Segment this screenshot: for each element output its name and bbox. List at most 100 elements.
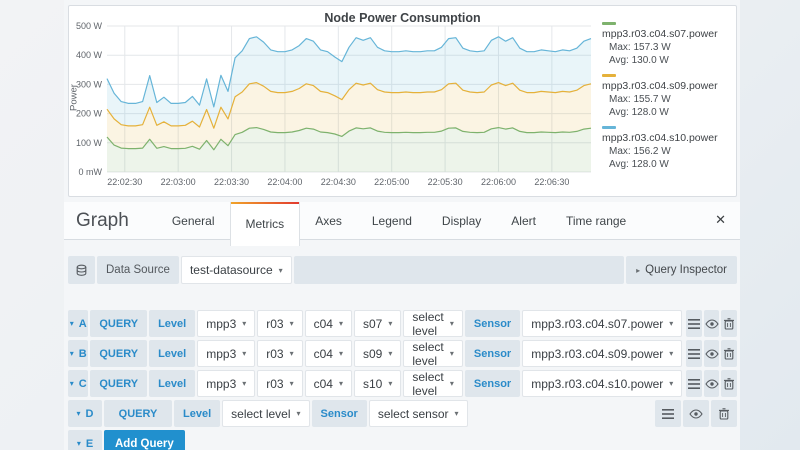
screen: Node Power Consumption 0 mW100 W200 W300… — [0, 0, 800, 450]
sensor-label: Sensor — [465, 340, 520, 367]
legend-series-name[interactable]: mpp3.r03.c04.s09.power — [602, 80, 730, 93]
tab-alert[interactable]: Alert — [496, 202, 551, 240]
legend-item[interactable]: mpp3.r03.c04.s10.powerMax: 156.2 WAvg: 1… — [602, 126, 730, 171]
level-select-3-label: s10 — [363, 377, 382, 391]
query-inspector-button[interactable]: ▸ Query Inspector — [626, 256, 737, 284]
query-menu-button[interactable] — [686, 370, 702, 397]
chevron-down-icon: ▾ — [669, 349, 673, 358]
select-level-dropdown[interactable]: select level▾ — [222, 400, 309, 427]
query-collapse-toggle-B[interactable]: ▾B — [68, 340, 88, 367]
tab-legend[interactable]: Legend — [357, 202, 427, 240]
svg-text:22:02:30: 22:02:30 — [107, 177, 142, 187]
editor-tabs: GeneralMetricsAxesLegendDisplayAlertTime… — [157, 202, 641, 240]
level-label: Level — [149, 370, 195, 397]
level-select-3[interactable]: s10 ▾ — [354, 370, 401, 397]
chevron-down-icon: ▾ — [669, 319, 673, 328]
sensor-value-dropdown[interactable]: mpp3.r03.c04.s07.power▾ — [522, 310, 682, 337]
query-menu-button[interactable] — [686, 310, 702, 337]
legend-series-name[interactable]: mpp3.r03.c04.s07.power — [602, 28, 730, 41]
query-letter: B — [79, 348, 87, 360]
sensor-label-label: Sensor — [474, 318, 511, 330]
level-select-3[interactable]: s07▾ — [354, 310, 401, 337]
tab-time-range[interactable]: Time range — [551, 202, 641, 240]
svg-text:22:04:30: 22:04:30 — [321, 177, 356, 187]
row-spacer — [470, 400, 653, 427]
select-level-dropdown[interactable]: select level ▾ — [403, 370, 463, 397]
svg-text:0 mW: 0 mW — [79, 167, 103, 177]
level-select-0-label: mpp3 — [206, 377, 236, 391]
legend-series-max: Max: 156.2 W — [602, 145, 730, 158]
select-level-dropdown[interactable]: select level▾ — [403, 310, 463, 337]
delete-query-button[interactable] — [721, 370, 737, 397]
legend-item[interactable]: mpp3.r03.c04.s07.powerMax: 157.3 WAvg: 1… — [602, 22, 730, 67]
chevron-down-icon: ▾ — [70, 379, 74, 388]
level-select-2[interactable]: c04▾ — [305, 310, 352, 337]
legend-series-name[interactable]: mpp3.r03.c04.s10.power — [602, 132, 730, 145]
query-row-C: ▾CQUERYLevelmpp3▾r03▾c04▾s10▾select leve… — [68, 370, 737, 397]
query-letter: E — [86, 438, 93, 450]
query-list: ▾AQUERYLevelmpp3▾r03▾c04▾s07▾select leve… — [68, 310, 737, 450]
chevron-down-icon: ▾ — [242, 319, 246, 328]
chevron-down-icon: ▾ — [290, 379, 294, 388]
query-collapse-toggle-D[interactable]: ▾D — [68, 400, 102, 427]
tab-metrics[interactable]: Metrics — [230, 202, 301, 246]
level-select-1[interactable]: r03▾ — [257, 340, 302, 367]
level-select-0[interactable]: mpp3▾ — [197, 310, 255, 337]
level-select-2[interactable]: c04▾ — [305, 340, 352, 367]
query-action-label: QUERY — [90, 340, 147, 367]
select-level-dropdown[interactable]: select level▾ — [403, 340, 463, 367]
tab-axes[interactable]: Axes — [300, 202, 357, 240]
query-collapse-toggle-E[interactable]: ▾E — [68, 430, 102, 450]
level-select-3[interactable]: s09▾ — [354, 340, 401, 367]
graph-panel: Node Power Consumption 0 mW100 W200 W300… — [68, 5, 737, 197]
toggle-visibility-button[interactable] — [683, 400, 709, 427]
svg-text:22:06:30: 22:06:30 — [534, 177, 569, 187]
toggle-visibility-button[interactable] — [704, 340, 720, 367]
delete-query-button[interactable] — [721, 340, 737, 367]
chevron-down-icon: ▾ — [339, 349, 343, 358]
level-label-label: Level — [183, 408, 211, 420]
sensor-value-dropdown[interactable]: mpp3.r03.c04.s10.power▾ — [522, 370, 682, 397]
legend-series-color-dash — [602, 22, 616, 25]
close-icon[interactable]: ✕ — [715, 213, 726, 228]
toggle-visibility-button[interactable] — [704, 310, 720, 337]
level-select-1[interactable]: r03 ▾ — [257, 370, 302, 397]
chevron-down-icon: ▾ — [450, 379, 454, 388]
select-level-dropdown-label: select level — [412, 370, 444, 398]
tab-general[interactable]: General — [157, 202, 230, 240]
sensor-label-label: Sensor — [474, 378, 511, 390]
query-collapse-toggle-A[interactable]: ▾A — [68, 310, 88, 337]
datasource-label: Data Source — [97, 256, 179, 284]
level-select-1-label: r03 — [266, 377, 283, 391]
add-query-button[interactable]: Add Query — [104, 430, 185, 450]
level-select-1[interactable]: r03▾ — [257, 310, 302, 337]
y-axis-label: Power — [69, 63, 80, 133]
editor-header: Graph GeneralMetricsAxesLegendDisplayAle… — [64, 202, 740, 240]
level-select-0[interactable]: mpp3▾ — [197, 370, 255, 397]
select-sensor-dropdown[interactable]: select sensor▾ — [369, 400, 468, 427]
chevron-down-icon: ▾ — [669, 379, 673, 388]
chevron-down-icon: ▾ — [242, 349, 246, 358]
level-select-2[interactable]: c04▾ — [305, 370, 352, 397]
query-menu-button[interactable] — [686, 340, 702, 367]
chevron-down-icon: ▾ — [388, 379, 392, 388]
query-collapse-toggle-C[interactable]: ▾C — [68, 370, 88, 397]
delete-query-button[interactable] — [721, 310, 737, 337]
query-menu-button[interactable] — [655, 400, 681, 427]
sensor-value-dropdown[interactable]: mpp3.r03.c04.s09.power▾ — [522, 340, 682, 367]
chart-legend: mpp3.r03.c04.s07.powerMax: 157.3 WAvg: 1… — [602, 22, 730, 178]
query-row-D: ▾DQUERYLevelselect level▾Sensorselect se… — [68, 400, 737, 427]
level-label-label: Level — [158, 378, 186, 390]
chevron-down-icon: ▾ — [339, 379, 343, 388]
toggle-visibility-button[interactable] — [704, 370, 720, 397]
level-select-1-label: r03 — [266, 347, 283, 361]
level-label: Level — [149, 340, 195, 367]
datasource-select[interactable]: test-datasource ▾ — [181, 256, 292, 284]
delete-query-button[interactable] — [711, 400, 737, 427]
tab-display[interactable]: Display — [427, 202, 496, 240]
chevron-down-icon: ▾ — [455, 409, 459, 418]
level-select-0[interactable]: mpp3▾ — [197, 340, 255, 367]
level-label: Level — [149, 310, 195, 337]
legend-series-avg: Avg: 128.0 W — [602, 158, 730, 171]
legend-item[interactable]: mpp3.r03.c04.s09.powerMax: 155.7 WAvg: 1… — [602, 74, 730, 119]
